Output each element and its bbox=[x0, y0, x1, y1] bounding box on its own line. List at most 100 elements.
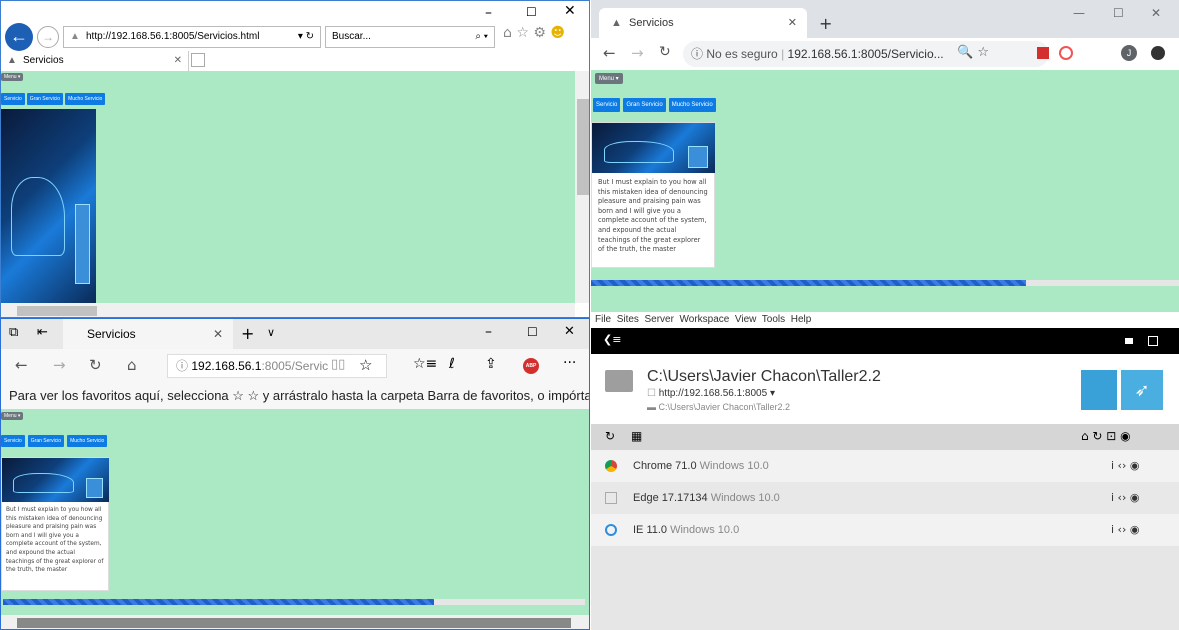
new-tab-button[interactable] bbox=[191, 53, 205, 67]
refresh-icon[interactable]: ▾ ↻ bbox=[298, 27, 314, 47]
ie-search-input[interactable]: Buscar... ⌕ ▾ bbox=[325, 26, 495, 48]
blocker-icon[interactable] bbox=[1059, 46, 1073, 60]
pill-mucho-servicio[interactable]: Mucho Servicio bbox=[67, 435, 108, 447]
ie-minimize-button[interactable]: – bbox=[485, 5, 492, 21]
row-actions[interactable]: i ‹› ◉ bbox=[1111, 482, 1139, 514]
pill-gran-servicio[interactable]: Gran Servicio bbox=[27, 435, 65, 447]
ie-vertical-scrollbar[interactable] bbox=[575, 71, 589, 303]
ie-tab[interactable]: ▲ Servicios ✕ bbox=[1, 51, 189, 71]
chrome-close-button[interactable]: ✕ bbox=[1151, 6, 1161, 20]
pill-servicio[interactable]: Servicio bbox=[1, 435, 25, 447]
edge-toolbar: ← → ↻ ⌂ ⓘ 192.168.56.1:8005/Servic ▯▯ ☆ … bbox=[1, 349, 589, 383]
browser-row[interactable]: Chrome 71.0 Windows 10.0 i ‹› ◉ bbox=[591, 450, 1179, 482]
chrome-toolbar-icons[interactable]: 🔍 ☆ bbox=[957, 45, 989, 60]
menu-button[interactable]: Menu ▾ bbox=[595, 73, 623, 84]
info-icon[interactable]: ⓘ bbox=[176, 359, 188, 373]
share-icon[interactable]: ⇪ bbox=[485, 356, 497, 372]
edge-maximize-button[interactable]: ☐ bbox=[527, 325, 538, 339]
pill-gran-servicio[interactable]: Gran Servicio bbox=[623, 98, 666, 112]
ie-address-bar[interactable]: ▲ http://192.168.56.1:8005/Servicios.htm… bbox=[63, 26, 321, 48]
forward-icon[interactable]: → bbox=[53, 356, 66, 374]
close-icon[interactable]: ✕ bbox=[788, 8, 797, 38]
pill-mucho-servicio[interactable]: Mucho Servicio bbox=[668, 98, 716, 112]
menu-workspace[interactable]: Workspace bbox=[680, 314, 730, 325]
tool-window: File Sites Server Workspace View Tools H… bbox=[591, 312, 1179, 630]
row-actions[interactable]: i ‹› ◉ bbox=[1111, 514, 1139, 546]
new-tab-button[interactable]: + bbox=[819, 14, 832, 33]
chrome-toolbar: ← → ↻ ⓘ No es seguro | 192.168.56.1:8005… bbox=[591, 38, 1179, 70]
search-icon[interactable]: ⌕ ▾ bbox=[475, 27, 488, 47]
edge-minimize-button[interactable]: – bbox=[485, 324, 492, 340]
favorites-hub-icon[interactable]: ☆≡ bbox=[413, 356, 437, 372]
reload-icon[interactable]: ↻ bbox=[89, 356, 102, 374]
project-url[interactable]: ☐ http://192.168.56.1:8005 ▾ bbox=[647, 388, 775, 399]
edge-horizontal-scrollbar[interactable] bbox=[1, 615, 589, 629]
tab-preview-icon[interactable]: ⧉ bbox=[9, 325, 18, 340]
edge-window: ⧉ ⇤ Servicios ✕ + ∨ – ☐ ✕ ← → ↻ ⌂ ⓘ 192.… bbox=[0, 318, 590, 630]
layout-window-icon[interactable] bbox=[1148, 336, 1158, 346]
menu-file[interactable]: File bbox=[595, 314, 611, 325]
pill-servicio[interactable]: Servicio bbox=[593, 98, 621, 112]
home-icon[interactable]: ⌂ bbox=[127, 356, 137, 374]
menu-button[interactable]: Menu ▾ bbox=[1, 412, 24, 420]
chrome-maximize-button[interactable]: ☐ bbox=[1113, 6, 1124, 20]
ie-back-button[interactable]: ← bbox=[5, 23, 33, 51]
info-icon[interactable]: ⓘ bbox=[691, 47, 703, 61]
menu-help[interactable]: Help bbox=[791, 314, 812, 325]
ie-close-button[interactable]: ✕ bbox=[564, 3, 576, 19]
card-text: But I must explain to you how all this m… bbox=[6, 507, 104, 574]
pill-mucho-servicio[interactable]: Mucho Servicio bbox=[65, 93, 106, 105]
grid-icon[interactable]: ▦ bbox=[631, 429, 642, 443]
layout-single-icon[interactable] bbox=[1125, 338, 1133, 344]
settings-tile[interactable] bbox=[1081, 370, 1117, 410]
back-icon[interactable]: ← bbox=[603, 44, 616, 62]
browser-row[interactable]: IE 11.0 Windows 10.0 i ‹› ◉ bbox=[591, 514, 1179, 546]
favorite-icon[interactable]: ☆ bbox=[359, 356, 372, 374]
pill-gran-servicio[interactable]: Gran Servicio bbox=[26, 93, 64, 105]
browser-list-header: ↻ ▦ ⌂ ↻ ⊡ ◉ bbox=[591, 424, 1179, 450]
pdf-icon[interactable] bbox=[1037, 47, 1049, 59]
pill-servicio[interactable]: Servicio bbox=[1, 93, 25, 105]
tool-menubar: File Sites Server Workspace View Tools H… bbox=[591, 312, 1179, 328]
extension-icon[interactable] bbox=[1151, 46, 1165, 60]
edge-close-button[interactable]: ✕ bbox=[564, 324, 575, 339]
collapse-icon[interactable]: ❮≡ bbox=[603, 333, 621, 346]
edge-address-bar[interactable]: ⓘ 192.168.56.1:8005/Servic bbox=[167, 354, 387, 378]
chevron-down-icon[interactable]: ∨ bbox=[267, 326, 275, 339]
edge-tab[interactable]: Servicios ✕ bbox=[63, 319, 233, 349]
smiley-icon[interactable]: ☻ bbox=[550, 25, 565, 41]
service-card: But I must explain to you how all this m… bbox=[1, 457, 109, 591]
row-actions[interactable]: i ‹› ◉ bbox=[1111, 450, 1139, 482]
menu-server[interactable]: Server bbox=[644, 314, 673, 325]
browser-row[interactable]: Edge 17.17134 Windows 10.0 i ‹› ◉ bbox=[591, 482, 1179, 514]
chrome-omnibox[interactable]: ⓘ No es seguro | 192.168.56.1:8005/Servi… bbox=[683, 41, 1049, 67]
ie-maximize-button[interactable]: ☐ bbox=[526, 5, 537, 19]
notes-icon[interactable]: ℓ bbox=[449, 356, 455, 372]
rocket-button[interactable]: ➶ bbox=[1121, 370, 1163, 410]
menu-view[interactable]: View bbox=[735, 314, 757, 325]
forward-icon[interactable]: → bbox=[631, 44, 644, 62]
new-tab-button[interactable]: + bbox=[241, 324, 254, 343]
ie-toolbar-icons[interactable]: ⌂ ☆ ⚙ ☻ bbox=[503, 25, 565, 41]
ie-horizontal-scrollbar[interactable] bbox=[1, 303, 575, 317]
reload-icon[interactable]: ↻ bbox=[659, 44, 671, 60]
menu-tools[interactable]: Tools bbox=[762, 314, 785, 325]
ie-url-text: http://192.168.56.1:8005/Servicios.html bbox=[86, 31, 260, 42]
back-icon[interactable]: ← bbox=[15, 356, 28, 374]
tool-topbar: ❮≡ bbox=[591, 328, 1179, 354]
more-icon[interactable]: ··· bbox=[563, 355, 576, 371]
close-icon[interactable]: ✕ bbox=[174, 51, 182, 71]
profile-avatar[interactable]: J bbox=[1121, 45, 1137, 61]
chrome-tab[interactable]: ▲ Servicios ✕ bbox=[599, 8, 807, 38]
adblock-icon[interactable]: ABP bbox=[523, 358, 539, 374]
close-icon[interactable]: ✕ bbox=[213, 319, 223, 349]
header-actions[interactable]: ⌂ ↻ ⊡ ◉ bbox=[1081, 429, 1131, 443]
sync-icon[interactable]: ↻ bbox=[605, 429, 615, 443]
menu-button[interactable]: Menu ▾ bbox=[1, 73, 24, 81]
car-image bbox=[1, 109, 96, 303]
tab-aside-icon[interactable]: ⇤ bbox=[37, 325, 48, 340]
menu-sites[interactable]: Sites bbox=[617, 314, 639, 325]
chrome-minimize-button[interactable]: — bbox=[1073, 6, 1085, 20]
ie-forward-button[interactable]: → bbox=[37, 26, 59, 48]
reading-view-icon[interactable]: ▯▯ bbox=[331, 357, 345, 372]
